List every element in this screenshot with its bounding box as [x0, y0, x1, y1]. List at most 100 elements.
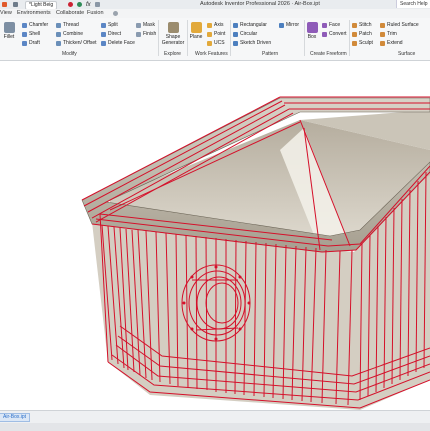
- rectangular-label: Rectangular: [240, 22, 267, 28]
- mask-button[interactable]: Mask: [136, 22, 155, 28]
- trim-button[interactable]: Trim: [380, 31, 397, 37]
- graphics-window[interactable]: [0, 61, 430, 410]
- circular-pattern-button[interactable]: Circular: [233, 31, 257, 37]
- plane-button[interactable]: Plane: [189, 22, 203, 40]
- modify-group-label: Modify: [62, 51, 77, 57]
- tab-collaborate[interactable]: Collaborate: [56, 10, 84, 16]
- face-icon: [322, 22, 327, 28]
- save-icon[interactable]: [13, 2, 18, 7]
- fillet-label: Fillet: [3, 34, 15, 40]
- rectangular-pattern-button[interactable]: Rectangular: [233, 22, 267, 28]
- convert-button[interactable]: Convert: [322, 31, 347, 37]
- box-button[interactable]: Box: [306, 22, 318, 40]
- split-label: Split: [108, 22, 118, 28]
- thicken-offset-button[interactable]: Thicken/ Offset: [56, 40, 97, 46]
- trim-icon: [380, 31, 385, 37]
- sculpt-label: Sculpt: [359, 40, 373, 46]
- ucs-button[interactable]: UCS: [207, 40, 225, 46]
- document-tab-air-box[interactable]: Air-Box.ipt: [0, 413, 31, 422]
- direct-button[interactable]: Direct: [101, 31, 121, 37]
- search-help-box[interactable]: Search Help: [396, 0, 430, 8]
- finish-button[interactable]: Finish: [136, 31, 156, 37]
- combine-label: Combine: [63, 31, 84, 37]
- undo-icon[interactable]: [94, 2, 100, 7]
- shape-generator-button[interactable]: Shape Generator: [161, 22, 185, 46]
- fillet-button[interactable]: Fillet: [2, 22, 16, 40]
- convert-label: Convert: [329, 31, 347, 37]
- direct-icon: [101, 31, 106, 37]
- point-label: Point: [214, 31, 226, 37]
- tab-environments[interactable]: Environments: [17, 10, 51, 16]
- extend-icon: [380, 40, 385, 46]
- combine-icon: [56, 31, 61, 37]
- material-icon[interactable]: [68, 2, 73, 7]
- shell-icon: [22, 31, 27, 37]
- mirror-button[interactable]: Mirror: [279, 22, 299, 28]
- ruled-surface-label: Ruled Surface: [387, 22, 419, 28]
- thicken-icon: [56, 40, 61, 46]
- direct-label: Direct: [108, 31, 122, 37]
- extend-label: Extend: [387, 40, 403, 46]
- thread-icon: [56, 22, 61, 28]
- appearance-icon[interactable]: [77, 2, 82, 7]
- work-features-group-label: Work Features: [195, 51, 228, 57]
- mirror-icon: [279, 22, 284, 28]
- box-icon: [306, 22, 318, 33]
- convert-icon: [322, 31, 327, 37]
- tab-fusion[interactable]: Fusion: [87, 10, 104, 16]
- more-tabs-icon[interactable]: [113, 11, 118, 16]
- box-label: Box: [307, 34, 317, 40]
- ribbon-divider: [304, 20, 305, 56]
- split-button[interactable]: Split: [101, 22, 118, 28]
- ruled-surface-button[interactable]: Ruled Surface: [380, 22, 419, 28]
- mask-icon: [136, 22, 141, 28]
- mask-label: Mask: [143, 22, 155, 28]
- thread-button[interactable]: Thread: [56, 22, 79, 28]
- air-box-model[interactable]: [0, 61, 430, 410]
- stitch-label: Stitch: [359, 22, 372, 28]
- patch-icon: [352, 31, 357, 37]
- draft-button[interactable]: Draft: [22, 40, 40, 46]
- draft-icon: [22, 40, 27, 46]
- search-help-label: Search Help: [400, 1, 428, 7]
- fx-icon[interactable]: fx: [86, 2, 91, 8]
- plane-icon: [190, 22, 202, 33]
- axis-button[interactable]: Axis: [207, 22, 223, 28]
- sketch-driven-icon: [233, 40, 238, 46]
- axis-label: Axis: [214, 22, 224, 28]
- ruled-surface-icon: [380, 22, 385, 28]
- ribbon-divider: [158, 20, 159, 56]
- split-icon: [101, 22, 106, 28]
- chamfer-button[interactable]: Chamfer: [22, 22, 48, 28]
- face-label: Face: [329, 22, 341, 28]
- surface-group-label: Surface: [398, 51, 416, 57]
- face-button[interactable]: Face: [322, 22, 340, 28]
- delete-face-button[interactable]: Delete Face: [101, 40, 135, 46]
- ucs-icon: [207, 40, 212, 46]
- fillet-icon: [3, 22, 15, 33]
- sculpt-button[interactable]: Sculpt: [352, 40, 373, 46]
- point-icon: [207, 31, 212, 37]
- ribbon-divider: [187, 20, 188, 56]
- sculpt-icon: [352, 40, 357, 46]
- stitch-button[interactable]: Stitch: [352, 22, 372, 28]
- delete-face-icon: [101, 40, 106, 46]
- plane-label: Plane: [189, 34, 203, 40]
- sketch-driven-pattern-button[interactable]: Sketch Driven: [233, 40, 271, 46]
- thread-label: Thread: [63, 22, 79, 28]
- point-button[interactable]: Point: [207, 31, 225, 37]
- shell-button[interactable]: Shell: [22, 31, 40, 37]
- tab-view[interactable]: View: [0, 10, 12, 16]
- patch-button[interactable]: Patch: [352, 31, 372, 37]
- circular-pattern-icon: [233, 31, 238, 37]
- quick-access-toolbar: [2, 1, 18, 8]
- chamfer-label: Chamfer: [29, 22, 49, 28]
- ucs-label: UCS: [214, 40, 225, 46]
- finish-label: Finish: [143, 31, 157, 37]
- extend-button[interactable]: Extend: [380, 40, 403, 46]
- patch-label: Patch: [359, 31, 372, 37]
- trim-label: Trim: [387, 31, 397, 37]
- app-menu-icon[interactable]: [2, 2, 7, 7]
- combine-button[interactable]: Combine: [56, 31, 83, 37]
- create-freeform-group-label: Create Freeform: [310, 51, 347, 57]
